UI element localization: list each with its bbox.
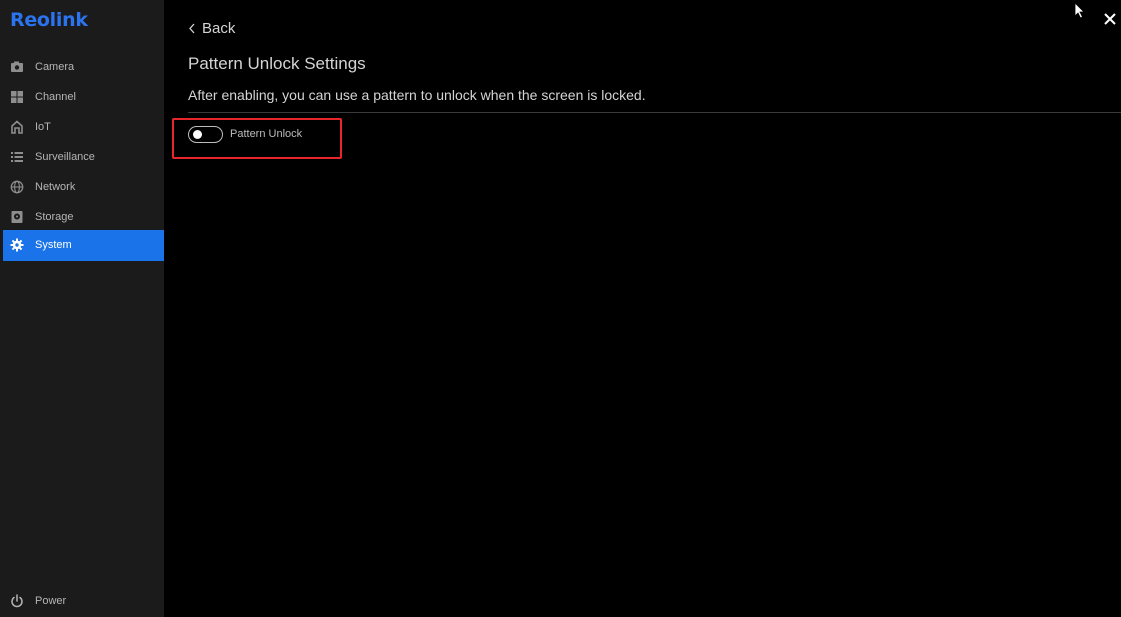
- pattern-unlock-toggle[interactable]: [188, 126, 223, 143]
- sidebar-item-storage[interactable]: Storage: [3, 202, 164, 232]
- page-description: After enabling, you can use a pattern to…: [188, 87, 646, 103]
- sidebar-item-label: Network: [35, 181, 76, 193]
- close-icon: [1104, 13, 1116, 25]
- camera-icon: [10, 60, 24, 74]
- list-icon: [10, 150, 24, 164]
- main-content: Back Pattern Unlock Settings After enabl…: [164, 0, 1121, 617]
- sidebar-item-iot[interactable]: IoT: [3, 112, 164, 142]
- home-icon: [10, 120, 24, 134]
- chevron-left-icon: [189, 23, 195, 33]
- sidebar-item-label: System: [35, 239, 72, 251]
- toggle-knob: [193, 130, 202, 139]
- storage-icon: [10, 210, 24, 224]
- globe-icon: [10, 180, 24, 194]
- close-button[interactable]: [1103, 12, 1117, 26]
- pattern-unlock-label: Pattern Unlock: [230, 128, 303, 140]
- sidebar-item-label: Surveillance: [35, 151, 95, 163]
- gear-icon: [10, 238, 24, 252]
- sidebar: Reolink Camera Channel IoT Surveillance: [0, 0, 164, 617]
- back-button[interactable]: Back: [188, 19, 235, 37]
- grid-icon: [10, 90, 24, 104]
- sidebar-item-channel[interactable]: Channel: [3, 82, 164, 112]
- sidebar-item-system[interactable]: System: [3, 230, 164, 261]
- app-window: Reolink Camera Channel IoT Surveillance: [0, 0, 1121, 617]
- sidebar-item-label: Storage: [35, 211, 74, 223]
- sidebar-item-network[interactable]: Network: [3, 172, 164, 202]
- sidebar-item-label: Power: [35, 595, 67, 607]
- sidebar-item-surveillance[interactable]: Surveillance: [3, 142, 164, 172]
- logo-text: Reolink: [10, 9, 88, 31]
- back-label: Back: [202, 19, 236, 37]
- reolink-logo: Reolink: [10, 9, 88, 31]
- sidebar-item-label: Camera: [35, 61, 75, 73]
- sidebar-item-label: Channel: [35, 91, 76, 103]
- divider: [188, 112, 1121, 113]
- sidebar-item-label: IoT: [35, 121, 51, 133]
- sidebar-item-power[interactable]: Power: [3, 586, 164, 616]
- sidebar-item-camera[interactable]: Camera: [3, 52, 164, 82]
- power-icon: [10, 594, 24, 608]
- mouse-cursor-icon: [1074, 2, 1085, 19]
- page-title: Pattern Unlock Settings: [188, 54, 366, 73]
